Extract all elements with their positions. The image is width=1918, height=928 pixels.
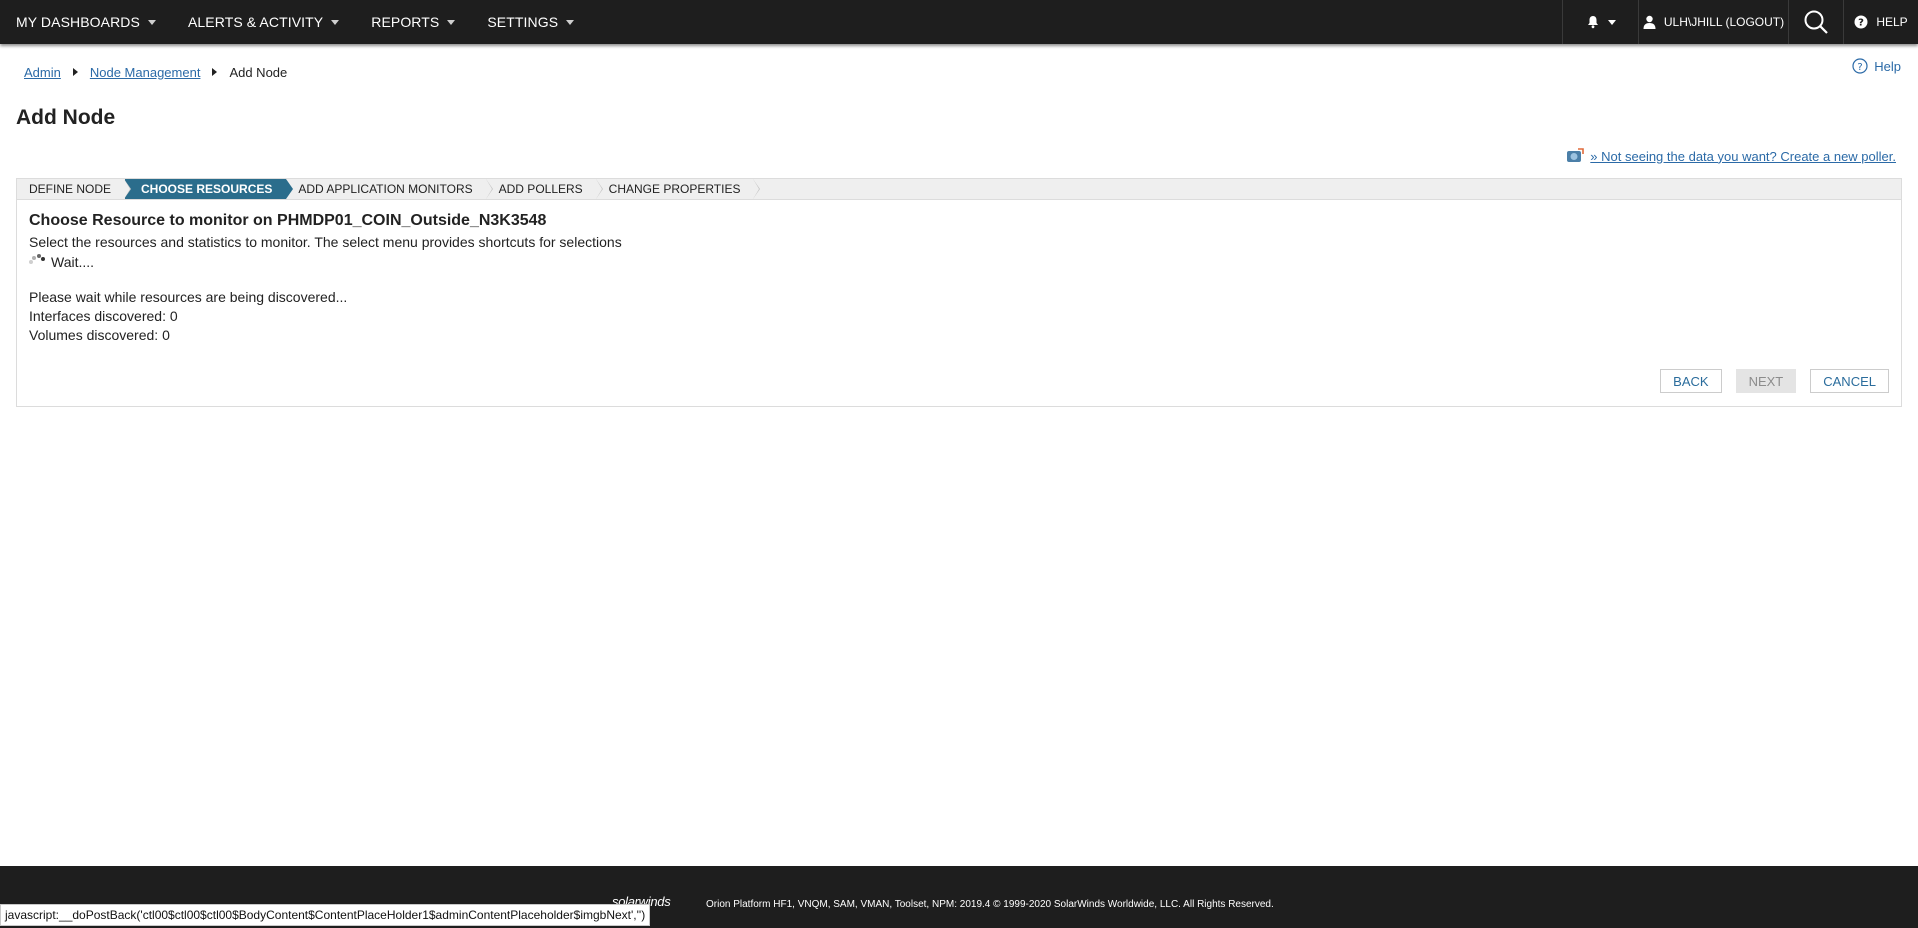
nav-settings[interactable]: SETTINGS xyxy=(471,0,590,44)
interfaces-discovered: Interfaces discovered: 0 xyxy=(29,308,178,324)
page-help-link[interactable]: ? Help xyxy=(1852,58,1901,74)
wait-indicator: Wait.... xyxy=(29,252,1889,272)
discovery-status: Please wait while resources are being di… xyxy=(29,288,1889,345)
notifications-button[interactable] xyxy=(1562,0,1638,44)
help-label: HELP xyxy=(1876,15,1908,29)
step-add-pollers[interactable]: ADD POLLERS xyxy=(487,179,603,199)
user-icon xyxy=(1643,15,1656,29)
chevron-down-icon xyxy=(1607,19,1616,25)
user-label: ULH\JHILL (LOGOUT) xyxy=(1663,15,1785,29)
nav-reports-label: REPORTS xyxy=(371,14,440,30)
step-label: DEFINE NODE xyxy=(29,182,112,196)
page-help-label: Help xyxy=(1874,58,1901,74)
wizard-buttons: BACK NEXT CANCEL xyxy=(1660,369,1889,393)
chevron-down-icon xyxy=(447,19,456,25)
resource-heading: Choose Resource to monitor on PHMDP01_CO… xyxy=(29,212,547,229)
breadcrumb-separator-icon xyxy=(212,68,218,76)
spinner-icon xyxy=(29,254,47,270)
create-poller-label: » Not seeing the data you want? Create a… xyxy=(1590,148,1896,164)
user-logout-button[interactable]: ULH\JHILL (LOGOUT) xyxy=(1638,0,1788,44)
step-change-properties[interactable]: CHANGE PROPERTIES xyxy=(597,179,761,199)
help-button[interactable]: ? HELP xyxy=(1843,0,1918,44)
add-node-wizard: DEFINE NODE CHOOSE RESOURCES ADD APPLICA… xyxy=(16,178,1902,407)
breadcrumb-node-management[interactable]: Node Management xyxy=(90,65,201,80)
breadcrumb: Admin Node Management Add Node xyxy=(24,64,287,80)
create-poller-link[interactable]: » Not seeing the data you want? Create a… xyxy=(1566,148,1896,164)
top-navigation: MY DASHBOARDS ALERTS & ACTIVITY REPORTS … xyxy=(0,0,1918,44)
next-button[interactable]: NEXT xyxy=(1735,369,1797,393)
nav-utilities: ULH\JHILL (LOGOUT) ? HELP xyxy=(1562,0,1918,44)
nav-reports[interactable]: REPORTS xyxy=(355,0,471,44)
step-label: ADD POLLERS xyxy=(498,182,583,196)
cancel-button[interactable]: CANCEL xyxy=(1810,369,1889,393)
step-label: CHANGE PROPERTIES xyxy=(608,182,741,196)
copyright-text: Orion Platform HF1, VNQM, SAM, VMAN, Too… xyxy=(706,899,1274,910)
step-add-application-monitors[interactable]: ADD APPLICATION MONITORS xyxy=(286,179,493,199)
help-icon: ? xyxy=(1854,15,1868,29)
volumes-discovered: Volumes discovered: 0 xyxy=(29,327,170,343)
wait-text: Wait.... xyxy=(51,254,95,270)
chevron-down-icon xyxy=(566,19,575,25)
svg-text:?: ? xyxy=(1858,62,1863,73)
nav-alerts-activity-label: ALERTS & ACTIVITY xyxy=(187,14,324,30)
breadcrumb-admin[interactable]: Admin xyxy=(24,65,61,80)
step-label: CHOOSE RESOURCES xyxy=(141,182,273,196)
chevron-down-icon xyxy=(147,19,156,25)
help-circle-icon: ? xyxy=(1852,58,1868,74)
breadcrumb-separator-icon xyxy=(72,68,78,76)
step-choose-resources[interactable]: CHOOSE RESOURCES xyxy=(125,179,294,199)
step-label: ADD APPLICATION MONITORS xyxy=(298,182,473,196)
bell-icon xyxy=(1587,16,1598,29)
step-define-node[interactable]: DEFINE NODE xyxy=(17,179,132,199)
nav-alerts-activity[interactable]: ALERTS & ACTIVITY xyxy=(172,0,355,44)
discovery-message: Please wait while resources are being di… xyxy=(29,289,348,305)
back-button[interactable]: BACK xyxy=(1660,369,1722,393)
nav-settings-label: SETTINGS xyxy=(487,14,559,30)
wizard-body: Choose Resource to monitor on PHMDP01_CO… xyxy=(17,200,1901,345)
poller-icon xyxy=(1567,148,1585,162)
search-icon xyxy=(1804,10,1828,34)
instructions-text: Select the resources and statistics to m… xyxy=(29,234,622,250)
chevron-down-icon xyxy=(331,19,340,25)
nav-menu: MY DASHBOARDS ALERTS & ACTIVITY REPORTS … xyxy=(0,0,1562,44)
nav-my-dashboards-label: MY DASHBOARDS xyxy=(16,14,140,30)
nav-my-dashboards[interactable]: MY DASHBOARDS xyxy=(0,0,172,44)
browser-status-bar: javascript:__doPostBack('ctl00$ctl00$ctl… xyxy=(0,904,651,926)
svg-text:?: ? xyxy=(1858,18,1864,29)
breadcrumb-current: Add Node xyxy=(229,64,288,80)
search-button[interactable] xyxy=(1788,0,1843,44)
wizard-steps: DEFINE NODE CHOOSE RESOURCES ADD APPLICA… xyxy=(17,179,1901,200)
page-title: Add Node xyxy=(16,106,116,129)
